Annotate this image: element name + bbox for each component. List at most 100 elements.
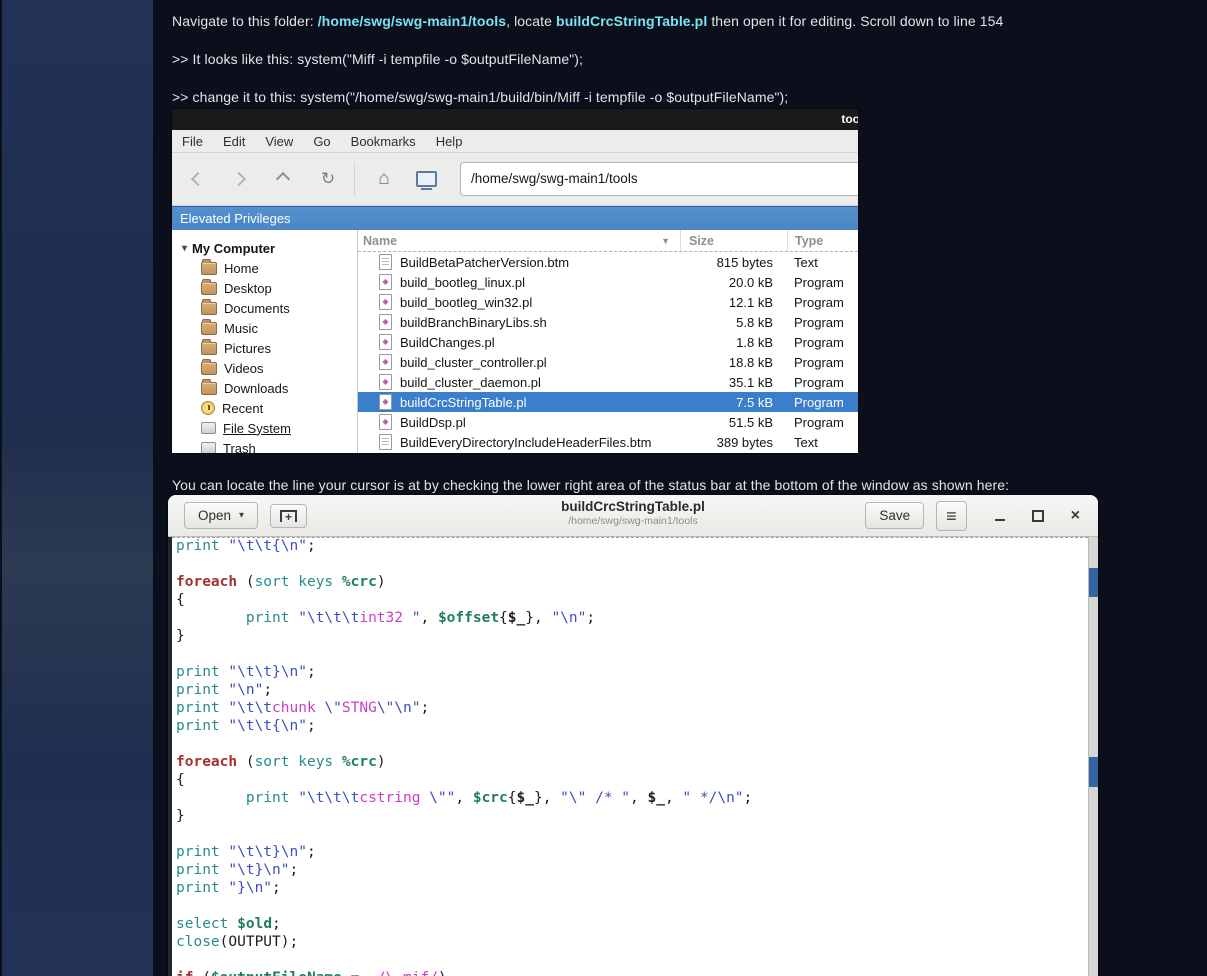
code-line: select $old; [176,916,281,932]
icon-folder [201,318,217,335]
menu-edit[interactable]: Edit [213,132,255,151]
sidebar-item-recent[interactable]: Recent [172,398,357,418]
file-name-cell: build_bootleg_win32.pl [358,294,680,310]
file-row-BuildChanges.pl[interactable]: BuildChanges.pl 1.8 kB Program [358,332,858,352]
sidebar-item-home[interactable]: Home [172,258,357,278]
save-button-label: Save [879,508,911,523]
instruction-line-1: Navigate to this folder: /home/swg/swg-m… [172,13,1003,29]
file-row-build_cluster_daemon.pl[interactable]: build_cluster_daemon.pl 35.1 kB Program [358,372,858,392]
code-area[interactable]: print "\t\t{\n"; foreach (sort keys %crc… [168,537,1088,976]
code-line: print "\t}\n"; [176,862,299,878]
file-name: build_cluster_daemon.pl [400,374,541,390]
menu-bookmarks[interactable]: Bookmarks [341,132,426,151]
file-name-cell: BuildEveryDirectoryIncludeHeaderFiles.bt… [358,434,680,450]
code-line: } [176,808,185,824]
code-line: print "\n"; [176,682,273,698]
minimize-button[interactable] [994,519,1005,521]
sidebar-item-trash[interactable]: Trash [172,438,357,453]
open-button[interactable]: Open ▾ [184,502,259,529]
file-name: BuildEveryDirectoryIncludeHeaderFiles.bt… [400,434,652,450]
file-size: 7.5 kB [736,394,773,410]
sidebar-item-downloads[interactable]: Downloads [172,378,357,398]
computer-button[interactable] [411,153,441,205]
program-file-icon [379,374,392,390]
file-size: 1.8 kB [736,334,773,350]
close-button[interactable]: × [1071,507,1080,524]
sidebar-item-music[interactable]: Music [172,318,357,338]
code-line: { [176,592,185,608]
code-line: foreach (sort keys %crc) [176,754,386,770]
sidebar-root-my-computer[interactable]: ▾ My Computer [172,238,357,258]
code-line: print "\t\t\tcstring \"", $crc{$_}, "\" … [245,790,753,806]
program-file-icon [379,414,392,430]
file-name: BuildDsp.pl [400,414,466,430]
fm-list-header: Name ▼ Size Type [358,230,858,251]
save-button[interactable]: Save [865,502,925,529]
refresh-button[interactable]: ↻ [313,153,343,205]
maximize-button[interactable] [1031,509,1044,522]
editor-title-block: buildCrcStringTable.pl /home/swg/swg-mai… [561,499,705,527]
instruction-text: then open it for editing. Scroll down to… [707,13,1004,29]
fm-window-title: tools [841,112,858,126]
up-icon [275,171,291,187]
column-header-name[interactable]: Name ▼ [358,234,680,248]
file-row-build_cluster_controller.pl[interactable]: build_cluster_controller.pl 18.8 kB Progra… [358,352,858,372]
sidebar-item-documents[interactable]: Documents [172,298,357,318]
file-row-BuildBetaPatcherVersion.btm[interactable]: BuildBetaPatcherVersion.btm 815 bytes Text [358,251,858,272]
path-bar-input[interactable]: /home/swg/swg-main1/tools [460,162,858,196]
icon-folder [201,258,217,275]
toolbar-separator [354,162,355,196]
document-path: /home/swg/swg-main1/tools [568,515,698,527]
sidebar-item-file-system[interactable]: File System [172,418,357,438]
column-header-size[interactable]: Size [680,230,787,251]
home-button[interactable]: ⌂ [369,153,399,205]
scrollbar-mark [1089,757,1098,787]
sidebar-item-videos[interactable]: Videos [172,358,357,378]
sidebar-item-pictures[interactable]: Pictures [172,338,357,358]
column-header-type[interactable]: Type [787,230,858,251]
file-row-BuildDsp.pl[interactable]: BuildDsp.pl 51.5 kB Program [358,412,858,432]
expander-icon[interactable]: ▾ [182,243,187,254]
sidebar-item-label: Pictures [224,340,271,356]
fm-body: ▾ My Computer Home Desktop Documents Music P… [172,230,858,453]
menu-view[interactable]: View [255,132,303,151]
up-button[interactable] [268,153,298,205]
sidebar-item-label: Home [224,260,259,276]
code-line: print "\t\t}\n"; [176,844,316,860]
sidebar-item-label: Trash [223,440,256,454]
icon-folder [201,338,217,355]
menu-help[interactable]: Help [426,132,473,151]
menu-go[interactable]: Go [303,132,340,151]
instruction-text: , locate [506,13,557,29]
new-document-button[interactable] [270,503,308,528]
menu-file[interactable]: File [172,132,213,151]
file-row-buildCrcStringTable.pl[interactable]: buildCrcStringTable.pl 7.5 kB Program [358,392,858,412]
file-row-build_bootleg_win32.pl[interactable]: build_bootleg_win32.pl 12.1 kB Program [358,292,858,312]
icon-folder [201,378,217,395]
file-name-cell: build_bootleg_linux.pl [358,274,680,290]
file-type: Program [794,394,844,410]
code-line: print "\t\t{\n"; [176,718,316,734]
back-button[interactable] [183,153,213,205]
file-name: buildBranchBinaryLibs.sh [400,314,547,330]
code-line: print "\t\t\tint32 ", $offset{$_}, "\n"; [245,610,596,626]
sidebar-item-label: Downloads [224,380,289,396]
file-row-buildBranchBinaryLibs.sh[interactable]: buildBranchBinaryLibs.sh 5.8 kB Program [358,312,858,332]
code-line: print "\t\tchunk \"STNG\"\n"; [176,700,430,716]
file-row-build_bootleg_linux.pl[interactable]: build_bootleg_linux.pl 20.0 kB Program [358,272,858,292]
fm-titlebar[interactable]: tools [172,109,858,130]
menu-button[interactable]: ≡ [936,500,967,531]
file-type: Text [794,434,818,450]
elevated-privileges-banner: Elevated Privileges [172,206,858,231]
file-name-cell: BuildChanges.pl [358,334,680,350]
highlighted-path: /home/swg/swg-main1/tools [317,13,507,29]
editor-scrollbar[interactable] [1088,537,1098,976]
file-type: Program [794,414,844,430]
forward-icon [231,171,247,187]
code-line: close(OUTPUT); [176,934,299,950]
icon-folder [201,278,217,295]
forward-button[interactable] [224,153,254,205]
file-row-BuildEveryDirectoryIncludeHeaderFiles.btm[interactable]: BuildEveryDirectoryIncludeHeaderFiles.bt… [358,432,858,452]
back-icon [190,171,206,187]
sidebar-item-desktop[interactable]: Desktop [172,278,357,298]
